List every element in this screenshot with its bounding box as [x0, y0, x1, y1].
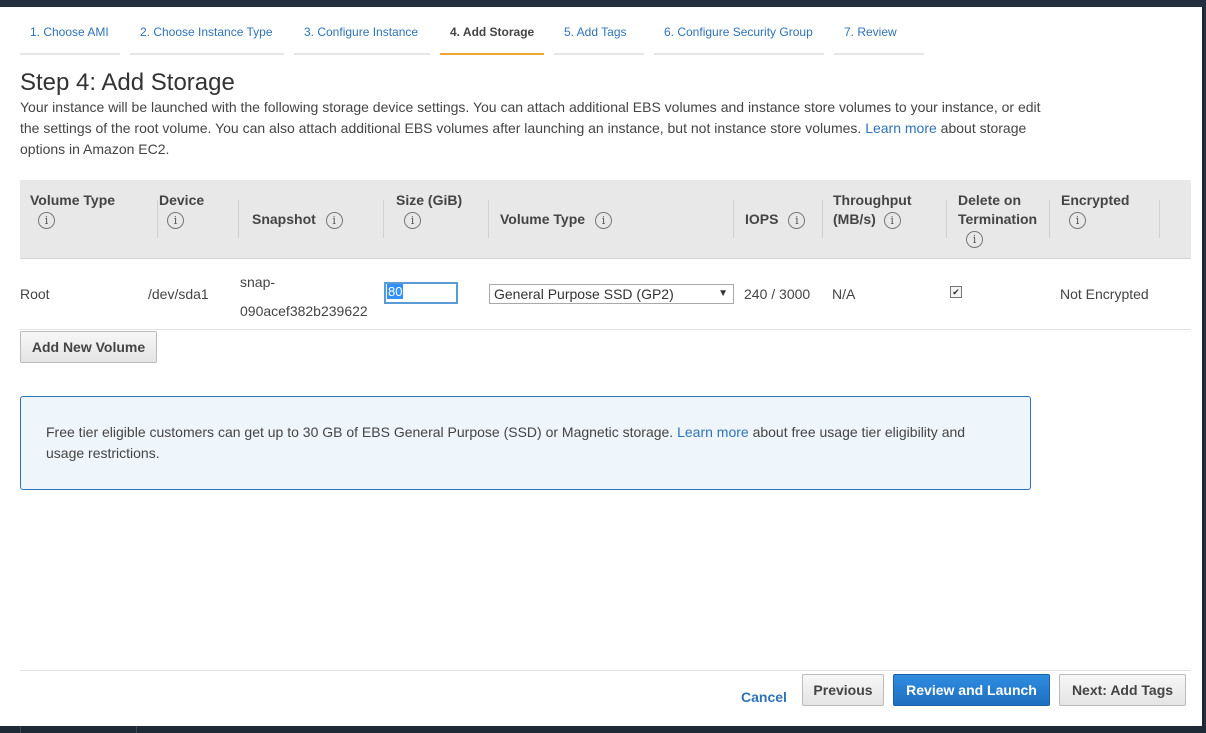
review-and-launch-button[interactable]: Review and Launch: [893, 674, 1050, 706]
column-divider: [946, 200, 947, 238]
tab-label: 5. Add Tags: [564, 25, 627, 39]
tab-configure-security-group[interactable]: 6. Configure Security Group: [654, 25, 824, 55]
header-encrypted: Encrypted i: [1061, 180, 1160, 259]
info-icon[interactable]: i: [594, 211, 612, 229]
learn-more-link[interactable]: Learn more: [677, 424, 749, 440]
tab-label: 7. Review: [844, 25, 897, 39]
page-title: Step 4: Add Storage: [20, 69, 235, 96]
column-divider: [822, 200, 823, 238]
tab-choose-instance-type[interactable]: 2. Choose Instance Type: [130, 25, 284, 55]
info-icon[interactable]: i: [325, 211, 343, 229]
cell-iops: 240 / 3000: [744, 286, 811, 302]
column-divider: [1049, 200, 1050, 238]
column-divider: [157, 200, 158, 238]
header-label: Size (GiB): [396, 192, 463, 208]
header-label: Delete on: [958, 192, 1022, 208]
tab-choose-ami[interactable]: 1. Choose AMI: [20, 25, 120, 55]
tab-label: 6. Configure Security Group: [664, 25, 813, 39]
table-row: Root /dev/sda1 snap- 090acef382b239622 8…: [20, 259, 1191, 330]
header-label-line2: (MB/s): [833, 211, 876, 227]
header-label: Volume Type: [500, 211, 586, 227]
cancel-button[interactable]: Cancel: [741, 689, 787, 705]
tab-label: 2. Choose Instance Type: [140, 25, 273, 39]
header-iops: IOPS i: [745, 180, 823, 259]
add-new-volume-button[interactable]: Add New Volume: [20, 331, 157, 363]
header-label: Throughput: [833, 192, 912, 208]
footer-divider: [20, 670, 1191, 671]
info-icon[interactable]: i: [788, 211, 806, 229]
info-icon[interactable]: i: [167, 211, 184, 229]
header-size: Size (GiB) i: [396, 180, 489, 259]
page-description: Your instance will be launched with the …: [20, 97, 1060, 160]
cell-device: /dev/sda1: [148, 286, 209, 302]
info-icon[interactable]: i: [1069, 211, 1086, 229]
info-icon[interactable]: i: [883, 211, 901, 229]
header-volume-type: Volume Type i: [30, 180, 158, 259]
checkmark-icon: ✔: [952, 287, 960, 297]
info-icon[interactable]: i: [38, 211, 55, 229]
storage-table: Volume Type i Device i Snapshot i Size (…: [20, 180, 1191, 330]
learn-more-link[interactable]: Learn more: [865, 120, 937, 136]
snapshot-id-part2: 090acef382b239622: [240, 303, 368, 319]
volume-type-selected: General Purpose SSD (GP2): [494, 286, 674, 302]
size-input[interactable]: 80: [384, 282, 458, 304]
header-label: Encrypted: [1061, 192, 1130, 208]
size-value: 80: [387, 284, 404, 299]
column-divider: [1159, 200, 1160, 238]
taskbar-strip: [0, 726, 1206, 733]
snapshot-id-part1: snap-: [240, 274, 276, 290]
cell-throughput: N/A: [832, 286, 856, 302]
tab-label: 3. Configure Instance: [304, 25, 419, 39]
info-icon[interactable]: i: [966, 230, 983, 248]
volume-type-select[interactable]: General Purpose SSD (GP2) ▼: [489, 284, 734, 304]
header-throughput: Throughput (MB/s) i: [833, 180, 947, 259]
info-icon[interactable]: i: [404, 211, 421, 229]
tab-label: 1. Choose AMI: [30, 25, 109, 39]
cell-volume-type: Root: [20, 286, 50, 302]
wizard-window: 1. Choose AMI 2. Choose Instance Type 3.…: [0, 7, 1204, 726]
header-label: IOPS: [745, 211, 779, 227]
delete-on-termination-checkbox[interactable]: ✔: [950, 286, 962, 298]
chevron-down-icon: ▼: [718, 288, 728, 299]
column-divider: [733, 200, 734, 238]
header-snapshot: Snapshot i: [252, 180, 384, 259]
column-divider: [488, 200, 489, 238]
tab-review[interactable]: 7. Review: [834, 25, 924, 55]
header-label: Volume Type: [30, 192, 116, 208]
header-label-line2: Termination: [958, 211, 1038, 227]
strip-divider: [20, 726, 21, 733]
header-delete-on-termination: Delete on Termination i: [958, 180, 1050, 259]
cell-snapshot: snap- 090acef382b239622: [240, 268, 368, 326]
header-label: Snapshot: [252, 211, 316, 227]
strip-divider: [136, 726, 137, 733]
tab-label: 4. Add Storage: [450, 25, 535, 39]
column-divider: [383, 200, 384, 238]
tab-add-tags[interactable]: 5. Add Tags: [554, 25, 644, 55]
tab-configure-instance[interactable]: 3. Configure Instance: [294, 25, 430, 55]
header-volume-type-select: Volume Type i: [500, 180, 734, 259]
header-label: Device: [159, 192, 205, 208]
table-header: Volume Type i Device i Snapshot i Size (…: [20, 180, 1191, 259]
previous-button[interactable]: Previous: [802, 674, 884, 706]
header-device: Device i: [159, 180, 239, 259]
cell-encrypted: Not Encrypted: [1060, 286, 1149, 302]
notice-text: Free tier eligible customers can get up …: [46, 424, 674, 440]
tab-add-storage[interactable]: 4. Add Storage: [440, 25, 544, 55]
column-divider: [238, 200, 239, 238]
next-add-tags-button[interactable]: Next: Add Tags: [1059, 674, 1186, 706]
free-tier-notice: Free tier eligible customers can get up …: [20, 396, 1031, 490]
